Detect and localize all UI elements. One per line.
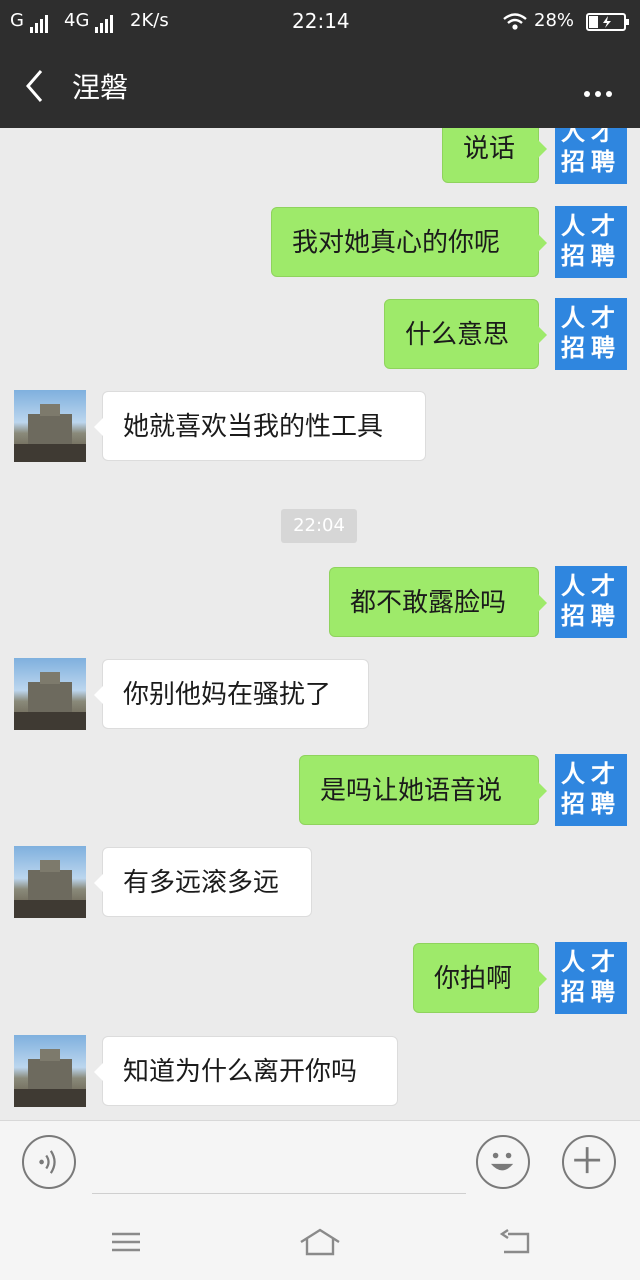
contact-avatar[interactable] [14,846,86,918]
message-bubble[interactable]: 你拍啊 [413,943,547,1013]
status-bar: G 4G 2K/s 22:14 28% [0,0,640,44]
message-bubble[interactable]: 有多远滚多远 [94,847,312,917]
message-bubble[interactable]: 她就喜欢当我的性工具 [94,391,426,461]
my-avatar[interactable]: 人才 招聘 [555,128,627,184]
avatar-text-line1: 人才 [561,212,621,240]
message-bubble[interactable]: 知道为什么离开你吗 [94,1036,398,1106]
title-bar: 涅磐 [0,44,640,128]
emoji-icon[interactable] [476,1135,530,1189]
input-bar [0,1120,640,1207]
incoming-message: 你别他妈在骚扰了 [0,658,640,730]
avatar-text-line2: 招聘 [561,242,621,270]
incoming-message: 她就喜欢当我的性工具 [0,390,640,462]
avatar-text-line2: 招聘 [561,790,621,818]
chevron-left-icon[interactable] [24,68,44,104]
avatar-text-line2: 招聘 [561,602,621,630]
message-bubble[interactable]: 我对她真心的你呢 [271,207,547,277]
avatar-text-line1: 人才 [561,948,621,976]
battery-icon [586,13,629,31]
incoming-message: 有多远滚多远 [0,846,640,918]
outgoing-message: 人才 招聘 什么意思 [0,298,640,370]
outgoing-message: 人才 招聘 都不敢露脸吗 [0,566,640,638]
message-bubble[interactable]: 什么意思 [384,299,547,369]
message-input[interactable] [92,1141,466,1194]
my-avatar[interactable]: 人才 招聘 [555,566,627,638]
network-type-label: 4G [64,10,90,31]
battery-percent: 28% [534,10,575,31]
avatar-text-line2: 招聘 [561,978,621,1006]
outgoing-message: 人才招聘 说话 [0,128,640,184]
system-nav-bar [0,1206,640,1280]
chat-area[interactable]: 22:04 人才 招聘 说话 人才 招聘 我对她真心的你呢 人才 招聘 什么意思 她就喜欢当我的性… [0,128,640,1120]
avatar-text-line1: 人才 [561,760,621,788]
chat-title: 涅磐 [72,71,129,104]
plus-icon[interactable] [562,1135,616,1189]
back-icon[interactable] [496,1224,536,1260]
carrier-label: G [10,10,24,31]
menu-icon[interactable] [106,1224,146,1260]
my-avatar[interactable]: 人才 招聘 [555,942,627,1014]
wifi-icon [503,13,527,30]
signal-icon-2 [95,12,115,33]
message-bubble[interactable]: 说话 [442,128,547,183]
my-avatar[interactable]: 人才 招聘 [555,206,627,278]
avatar-text-line1: 人才 [561,304,621,332]
clock: 22:14 [292,9,350,33]
my-avatar[interactable]: 人才 招聘 [555,754,627,826]
network-speed: 2K/s [130,10,169,31]
avatar-text-line2: 招聘 [561,148,621,176]
outgoing-message: 人才 招聘 你拍啊 [0,942,640,1014]
more-dots-icon[interactable] [579,82,612,101]
contact-avatar[interactable] [14,390,86,462]
outgoing-message: 人才 招聘 是吗让她语音说 [0,754,640,826]
my-avatar[interactable]: 人才 招聘 [555,298,627,370]
voice-icon[interactable] [22,1135,76,1189]
contact-avatar[interactable] [14,1035,86,1107]
contact-avatar[interactable] [14,658,86,730]
outgoing-message: 人才 招聘 我对她真心的你呢 [0,206,640,278]
message-bubble[interactable]: 你别他妈在骚扰了 [94,659,369,729]
incoming-message: 知道为什么离开你吗 [0,1035,640,1107]
home-icon[interactable] [298,1224,342,1260]
message-bubble[interactable]: 都不敢露脸吗 [329,567,547,637]
timestamp: 22:04 [281,509,357,543]
avatar-text-line1: 人才 [561,572,621,600]
avatar-text-line2: 招聘 [561,334,621,362]
avatar-text-line1: 人才 [561,128,621,146]
signal-icon [30,12,50,33]
message-bubble[interactable]: 是吗让她语音说 [299,755,547,825]
